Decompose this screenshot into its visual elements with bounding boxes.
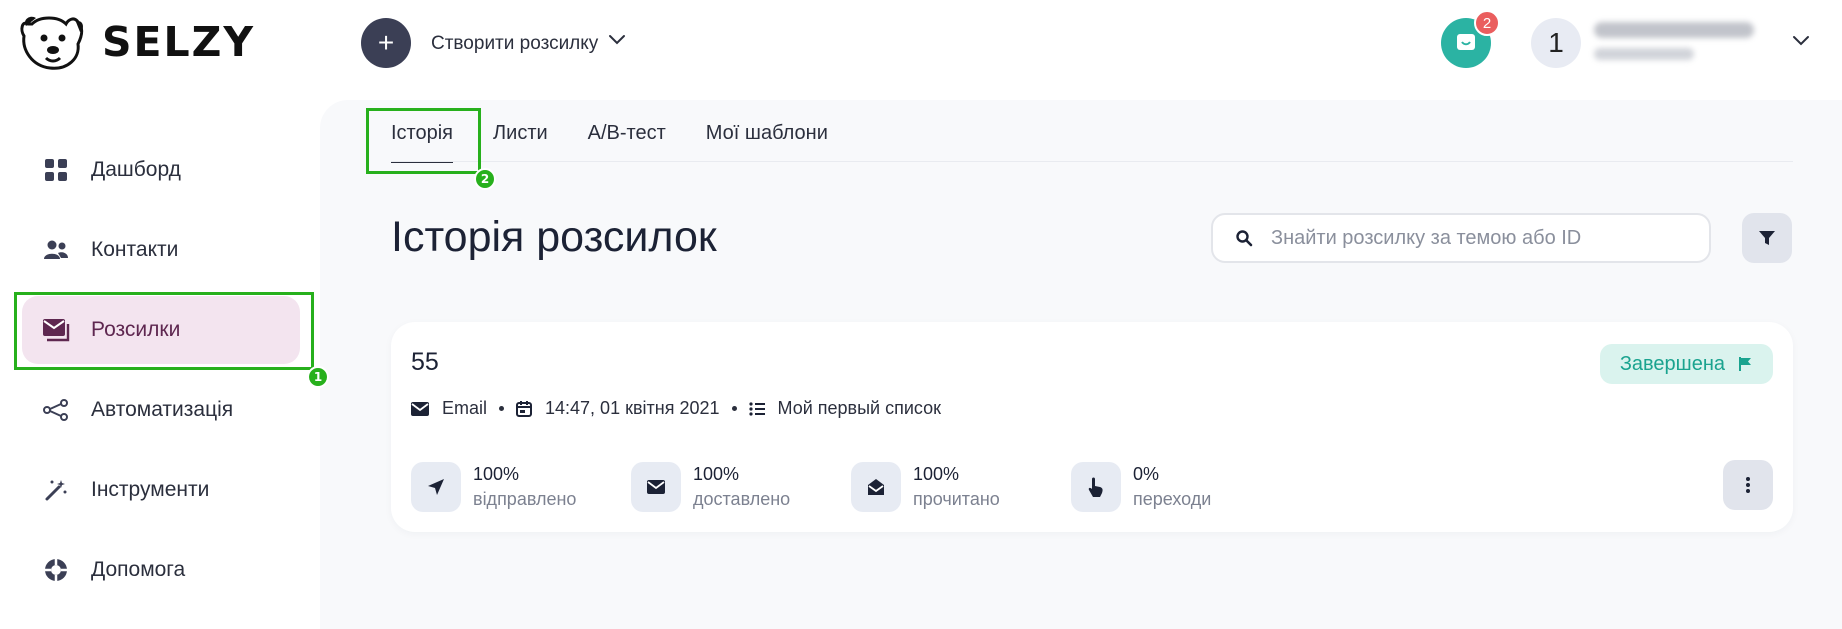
sidebar-item-tools[interactable]: Інструменти bbox=[22, 456, 300, 524]
search-icon bbox=[1236, 230, 1253, 247]
sidebar-item-label: Автоматизація bbox=[91, 398, 234, 421]
chevron-down-icon[interactable] bbox=[608, 33, 626, 47]
account-menu-chevron-icon[interactable] bbox=[1792, 34, 1810, 48]
search-box[interactable] bbox=[1211, 213, 1711, 263]
envelope-open-icon bbox=[851, 462, 901, 512]
flag-icon bbox=[1737, 356, 1753, 372]
status-label: Завершена bbox=[1619, 352, 1725, 375]
avatar[interactable]: 1 bbox=[1531, 18, 1581, 68]
campaign-channel: Email bbox=[442, 398, 488, 418]
campaign-stats: 100% відправлено 100% доставлено 100% прочи… bbox=[411, 462, 1291, 512]
separator-dot bbox=[499, 406, 505, 411]
contacts-people-icon bbox=[42, 236, 70, 264]
tab-my-templates[interactable]: Мої шаблони bbox=[706, 122, 828, 163]
campaign-card[interactable]: 55 Завершена Email 14:47, 01 квітня 2021… bbox=[391, 322, 1793, 532]
sidebar-item-label: Інструменти bbox=[91, 478, 210, 501]
page-title: Історія розсилок bbox=[391, 213, 717, 261]
sidebar-item-label: Допомога bbox=[91, 558, 186, 581]
stat-value: 0% bbox=[1133, 464, 1160, 484]
annotation-highlight-mailings bbox=[14, 292, 314, 370]
tab-letters[interactable]: Листи bbox=[493, 122, 548, 163]
logo[interactable] bbox=[18, 10, 88, 74]
stat-value: 100% bbox=[473, 464, 520, 484]
stat-label: відправлено bbox=[473, 489, 577, 509]
campaign-list-name: Мой первый список bbox=[777, 398, 941, 418]
list-icon bbox=[748, 401, 765, 416]
annotation-highlight-history-tab bbox=[366, 108, 481, 174]
magic-wand-icon bbox=[42, 476, 70, 504]
chat-bubble-icon bbox=[1457, 34, 1475, 50]
stat-sent: 100% відправлено bbox=[411, 462, 631, 512]
stat-label: прочитано bbox=[913, 489, 1000, 509]
campaign-datetime: 14:47, 01 квітня 2021 bbox=[545, 398, 720, 418]
send-arrow-icon bbox=[411, 462, 461, 512]
sidebar-item-label: Дашборд bbox=[91, 158, 181, 181]
stat-value: 100% bbox=[693, 464, 740, 484]
account-email-blurred bbox=[1594, 22, 1754, 38]
sidebar-item-dashboard[interactable]: Дашборд bbox=[22, 136, 300, 204]
brand-name: SELZY bbox=[102, 18, 256, 66]
annotation-badge: 1 bbox=[307, 366, 329, 388]
stat-label: доставлено bbox=[693, 489, 791, 509]
tabs-divider bbox=[391, 161, 1793, 162]
account-id-blurred bbox=[1594, 48, 1694, 60]
search-input[interactable] bbox=[1271, 226, 1691, 250]
sidebar-item-contacts[interactable]: Контакти bbox=[22, 216, 300, 284]
stat-read: 100% прочитано bbox=[851, 462, 1071, 512]
create-mailing-label[interactable]: Створити розсилку bbox=[431, 33, 598, 55]
dashboard-grid-icon bbox=[42, 156, 70, 184]
pointer-hand-icon bbox=[1071, 462, 1121, 512]
filter-funnel-icon bbox=[1759, 231, 1775, 245]
sidebar-item-automation[interactable]: Автоматизація bbox=[22, 376, 300, 444]
annotation-badge: 2 bbox=[474, 168, 496, 190]
sidebar-item-help[interactable]: Допомога bbox=[22, 536, 300, 604]
lifebuoy-icon bbox=[42, 556, 70, 584]
kebab-menu-icon bbox=[1746, 477, 1750, 493]
separator-dot bbox=[731, 406, 737, 411]
notification-badge: 2 bbox=[1474, 10, 1500, 36]
more-options-button[interactable] bbox=[1723, 460, 1773, 510]
dog-logo-icon bbox=[20, 16, 84, 70]
filter-button[interactable] bbox=[1742, 213, 1792, 263]
plus-icon: + bbox=[377, 27, 395, 58]
stat-delivered: 100% доставлено bbox=[631, 462, 851, 512]
stat-label: переходи bbox=[1133, 489, 1212, 509]
calendar-icon bbox=[516, 400, 533, 417]
tab-ab-test[interactable]: А/В-тест bbox=[588, 122, 666, 163]
email-icon bbox=[411, 401, 429, 416]
status-badge: Завершена bbox=[1599, 344, 1773, 384]
sidebar-item-label: Контакти bbox=[91, 238, 179, 261]
automation-nodes-icon bbox=[42, 396, 70, 424]
envelope-closed-icon bbox=[631, 462, 681, 512]
stat-value: 100% bbox=[913, 464, 960, 484]
create-mailing-button[interactable]: + bbox=[361, 18, 411, 68]
stat-clicks: 0% переходи bbox=[1071, 462, 1291, 512]
campaign-meta: Email 14:47, 01 квітня 2021 Мой первый с… bbox=[411, 398, 941, 419]
top-bar: SELZY + Створити розсилку 2 1 bbox=[0, 0, 1842, 88]
campaign-title[interactable]: 55 bbox=[411, 348, 439, 377]
